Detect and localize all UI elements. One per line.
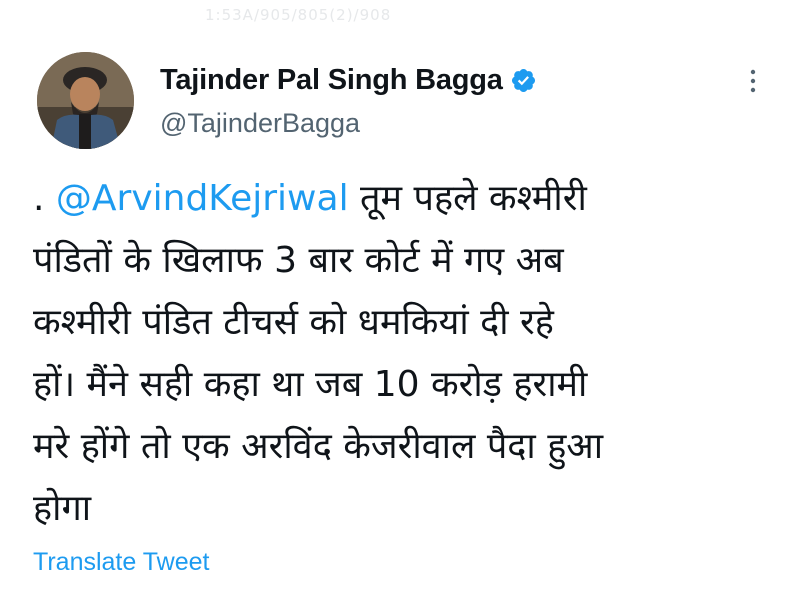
tweet-text: . @ArvindKejriwal तूम पहले कश्मीरी पंडित… <box>33 168 773 540</box>
tweet-author: Tajinder Pal Singh Bagga @TajinderBagga <box>160 60 537 139</box>
author-name[interactable]: Tajinder Pal Singh Bagga <box>160 64 503 97</box>
tweet-line-2: पंडितों के खिलाफ 3 बार कोर्ट में गए अब <box>33 240 564 281</box>
tweet-line-6: होगा <box>33 488 92 529</box>
mention-link[interactable]: @ArvindKejriwal <box>56 178 349 219</box>
avatar[interactable] <box>37 52 134 149</box>
tweet-line-5: मरे होंगे तो एक अरविंद केजरीवाल पैदा हुआ <box>33 426 604 467</box>
tweet-line-1: . @ArvindKejriwal तूम पहले कश्मीरी <box>33 168 773 230</box>
tweet-line-3: कश्मीरी पंडित टीचर्स को धमकियां दी रहे <box>33 302 554 343</box>
avatar-photo <box>37 52 134 149</box>
translate-tweet-link[interactable]: Translate Tweet <box>33 548 209 577</box>
tweet-line-4: हों। मैंने सही कहा था जब 10 करोड़ हरामी <box>33 364 588 405</box>
watermark: 1:53A/905/805(2)/908 <box>205 6 392 24</box>
more-options-icon[interactable] <box>748 66 758 96</box>
tweet-lead: . <box>33 178 56 219</box>
author-handle[interactable]: @TajinderBagga <box>160 108 537 139</box>
verified-badge-icon <box>510 67 537 94</box>
tweet-line-1-text: तूम पहले कश्मीरी <box>348 178 587 219</box>
